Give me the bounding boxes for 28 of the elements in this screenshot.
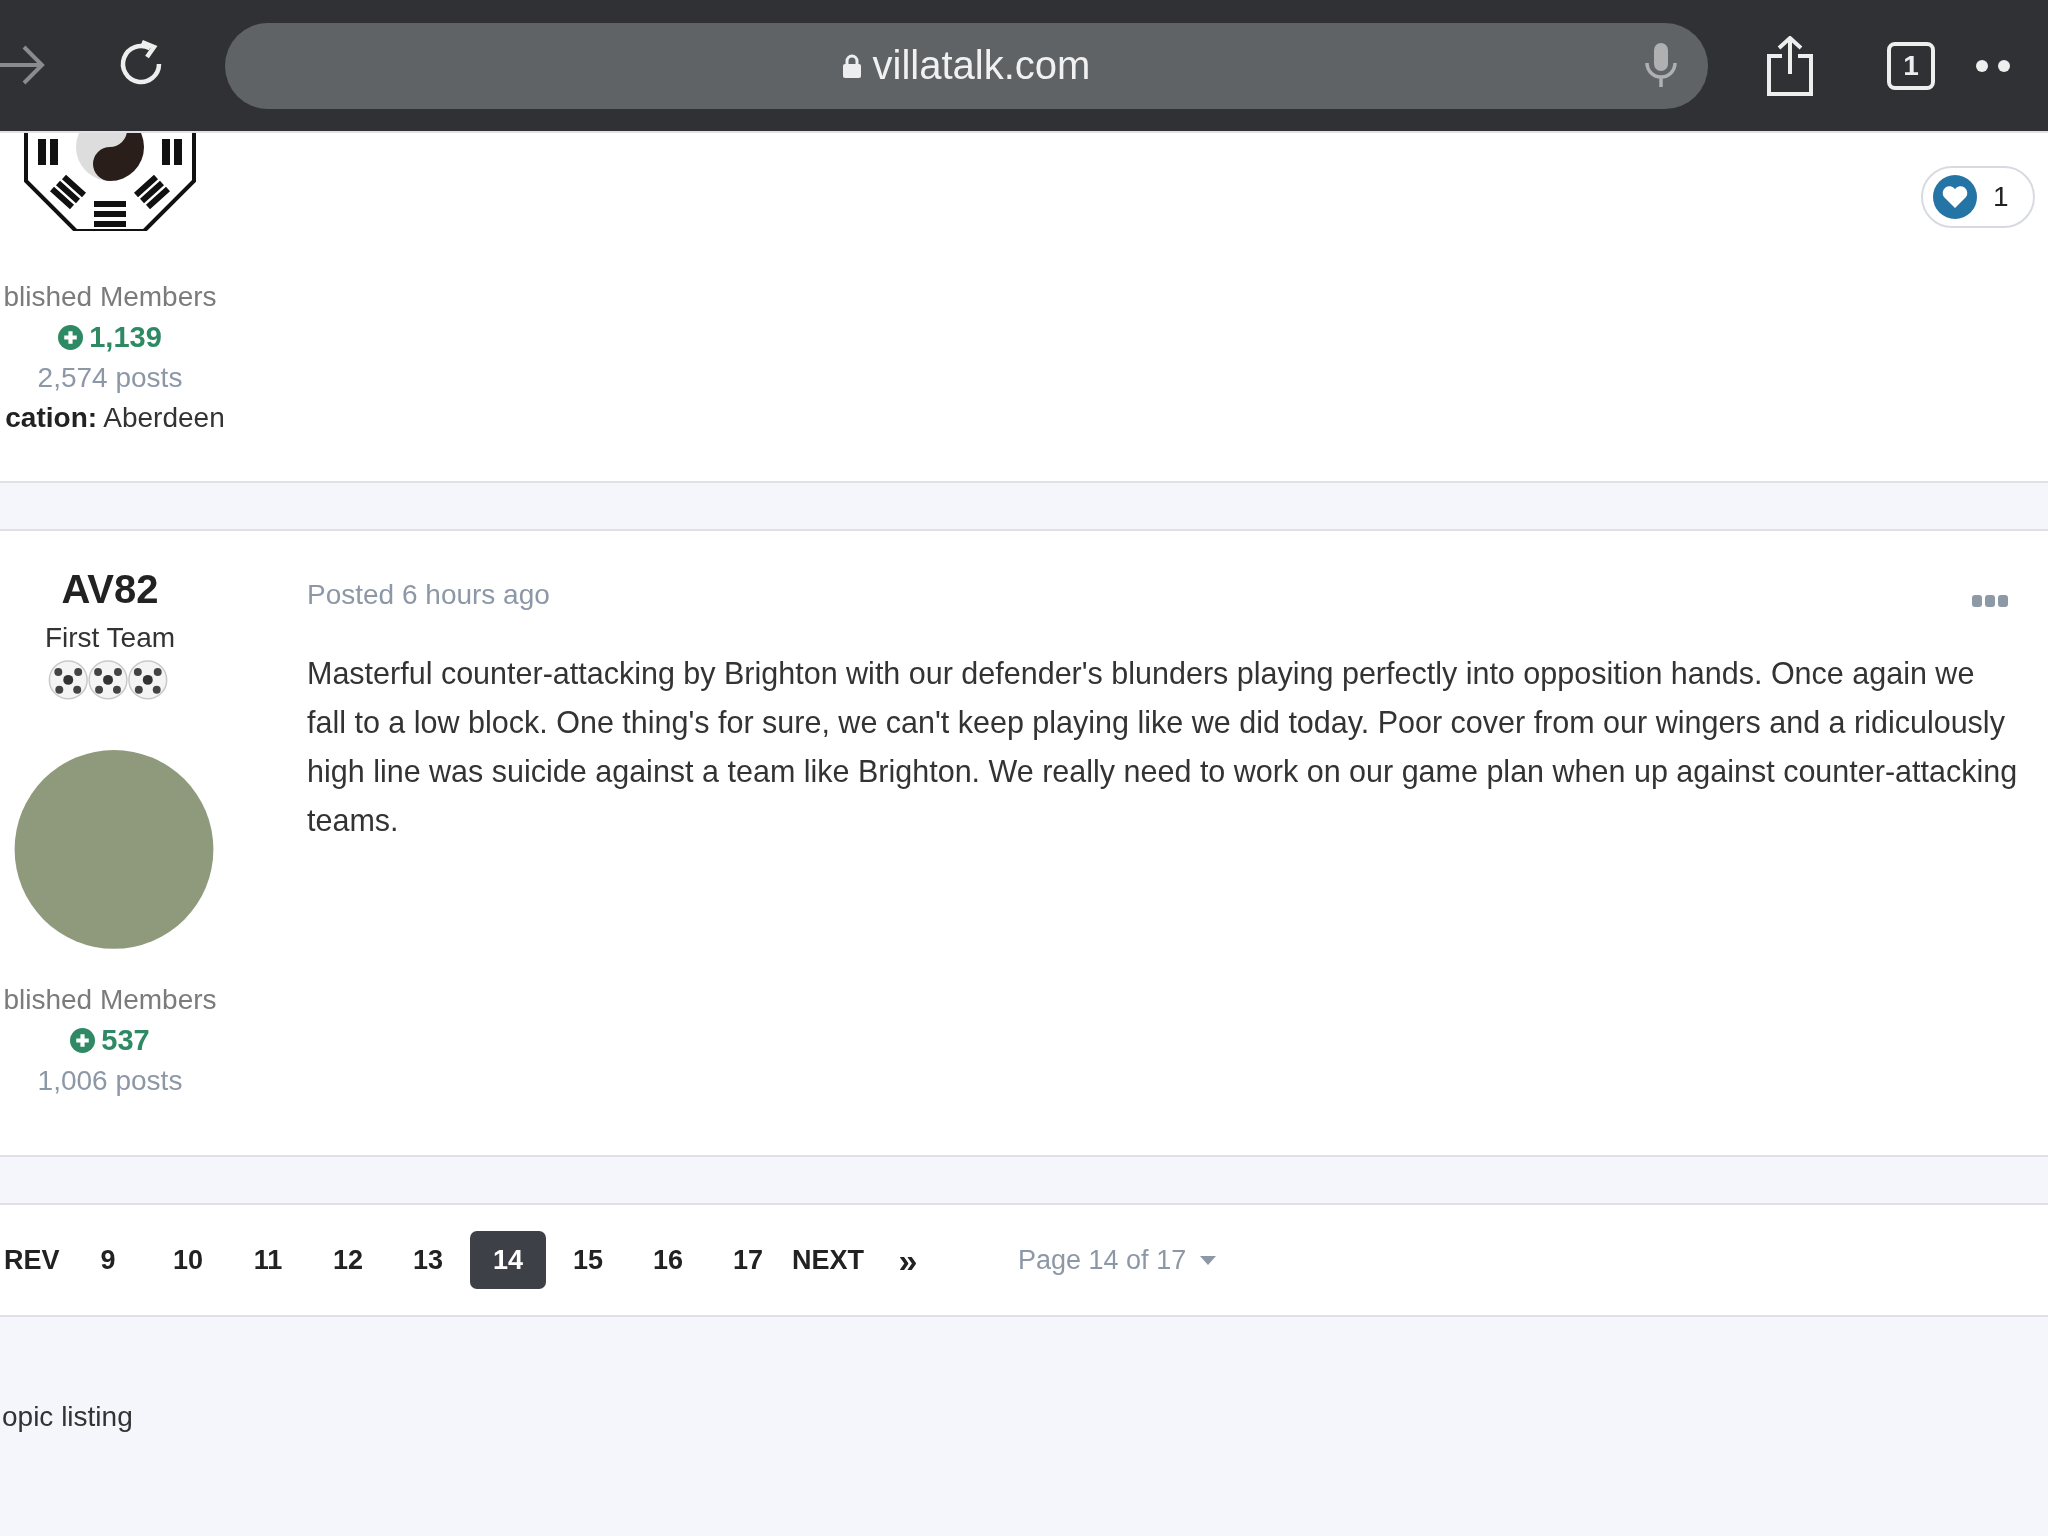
topic-listing-link[interactable]: opic listing xyxy=(2,1401,133,1432)
url-text: villatalk.com xyxy=(872,43,1091,88)
post-count: 2,574 posts xyxy=(37,362,183,394)
tab-count-button[interactable]: 1 xyxy=(1887,41,1935,90)
page-link[interactable]: 15 xyxy=(550,1231,626,1289)
post-count: 1,006 posts xyxy=(37,1065,183,1098)
page-link[interactable]: 10 xyxy=(150,1231,226,1289)
page-link[interactable]: » xyxy=(870,1231,946,1289)
like-button[interactable]: 1 xyxy=(1921,166,2035,228)
page-link[interactable]: 17 xyxy=(710,1231,786,1289)
post-date: Posted 6 hours ago xyxy=(307,579,550,611)
page-link[interactable]: 9 xyxy=(70,1231,146,1289)
page-link[interactable]: 13 xyxy=(390,1231,466,1289)
page-link[interactable]: NEXT xyxy=(790,1231,866,1289)
member-rank: First Team xyxy=(44,622,176,654)
member-group: blished Members xyxy=(3,984,217,1017)
address-bar[interactable]: villatalk.com xyxy=(225,22,1708,109)
page-link[interactable]: 16 xyxy=(630,1231,706,1289)
page-link[interactable]: REV xyxy=(2,1231,62,1289)
author-name[interactable]: AV82 xyxy=(61,567,159,612)
page-link[interactable]: 12 xyxy=(310,1231,386,1289)
page-link[interactable]: 14 xyxy=(470,1231,546,1289)
post-body: Masterful counter-attacking by Brighton with our defender's blunders playing perfectly into opposition hands. Once again we fall to a low block. One thing's for sure, we can't keep playing like we did today. Poor cover from our wingers and a ridiculously high line was suicide against a team like Brighton. We really need to work on our game plan when up against counter-attacking teams. xyxy=(307,655,2018,839)
member-location: cation: Aberdeen xyxy=(5,402,225,434)
member-group: blished Members xyxy=(3,281,217,313)
reputation-count: 1,139 xyxy=(89,321,162,354)
page-link[interactable]: 11 xyxy=(230,1231,306,1289)
reputation-count: 537 xyxy=(101,1024,150,1058)
